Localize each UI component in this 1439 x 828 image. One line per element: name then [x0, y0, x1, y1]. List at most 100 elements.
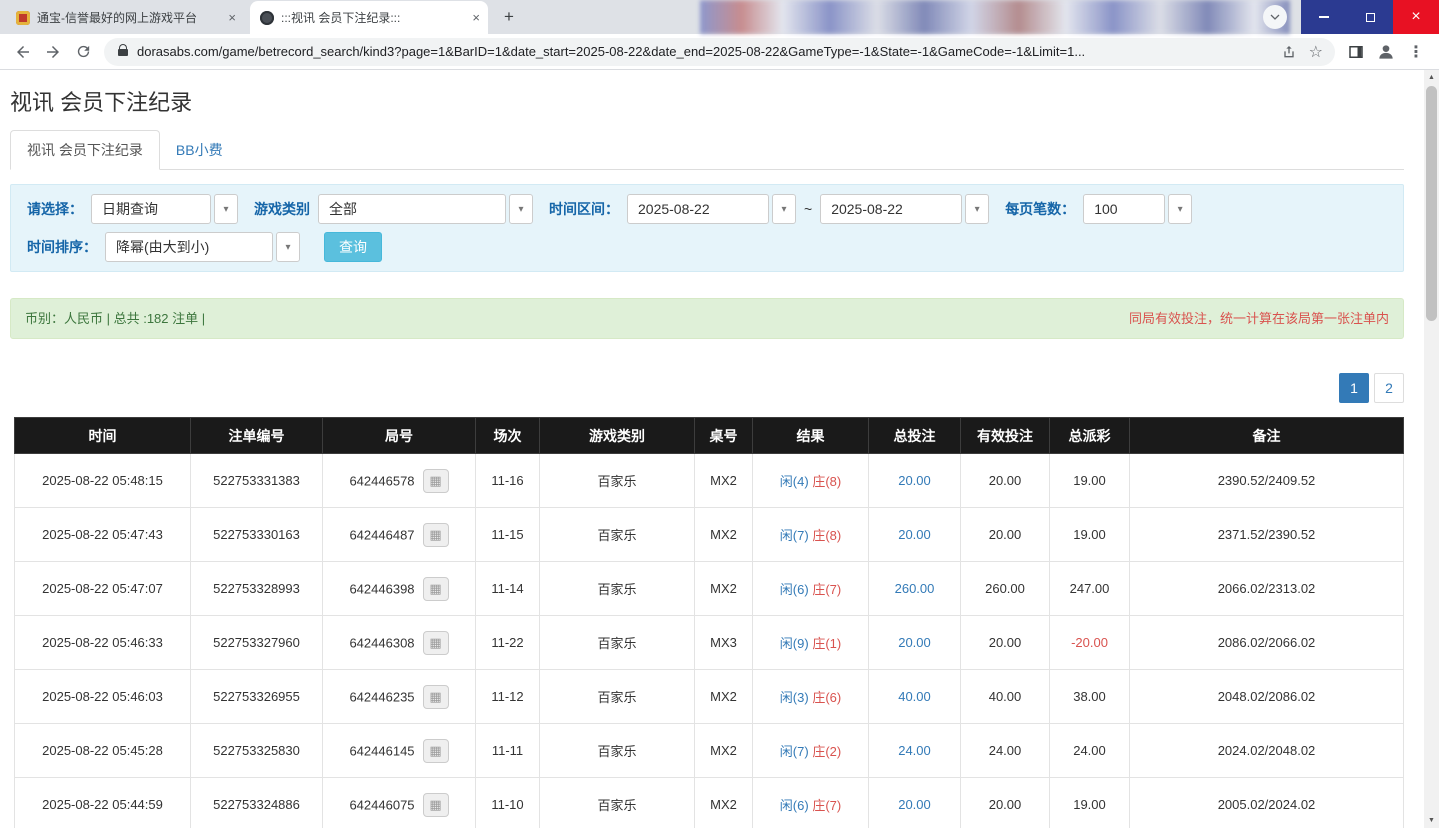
cell-round: 642446308▦ — [323, 616, 476, 670]
side-panel-button[interactable] — [1341, 37, 1371, 67]
url-text[interactable]: dorasabs.com/game/betrecord_search/kind3… — [137, 44, 1269, 59]
share-button[interactable] — [1281, 44, 1297, 60]
new-tab-button[interactable]: + — [496, 4, 522, 30]
cell-round: 642446145▦ — [323, 724, 476, 778]
cell-game-type: 百家乐 — [540, 562, 695, 616]
chevron-down-icon[interactable]: ▾ — [509, 194, 533, 224]
scroll-down-icon[interactable]: ▼ — [1424, 813, 1439, 828]
round-number: 642446235 — [349, 689, 414, 704]
back-button[interactable] — [8, 37, 38, 67]
header-result: 结果 — [753, 418, 869, 454]
browser-tab-2[interactable]: :::视讯 会员下注纪录::: × — [250, 1, 488, 34]
game-type-select[interactable]: 全部 ▾ — [318, 194, 533, 224]
chevron-down-icon — [1269, 11, 1281, 23]
total-bet-link[interactable]: 20.00 — [898, 473, 931, 488]
round-detail-icon[interactable]: ▦ — [423, 577, 449, 601]
round-detail-icon[interactable]: ▦ — [423, 631, 449, 655]
page-scrollbar[interactable]: ▲ ▼ — [1424, 70, 1439, 828]
payout-value: 19.00 — [1073, 797, 1106, 812]
total-bet-link[interactable]: 260.00 — [895, 581, 935, 596]
header-game-type: 游戏类别 — [540, 418, 695, 454]
cell-payout: 24.00 — [1050, 724, 1130, 778]
select-value: 2025-08-22 — [627, 194, 769, 224]
filter-label-per-page: 每页笔数： — [1005, 199, 1075, 219]
date-end-select[interactable]: 2025-08-22 ▾ — [820, 194, 989, 224]
date-range-tilde: ~ — [804, 201, 812, 217]
result-banker: 庄(7) — [812, 582, 841, 597]
window-close-button[interactable]: × — [1393, 0, 1439, 34]
round-detail-icon[interactable]: ▦ — [423, 469, 449, 493]
total-bet-link[interactable]: 20.00 — [898, 635, 931, 650]
cell-valid-bet: 40.00 — [961, 670, 1050, 724]
total-bet-link[interactable]: 40.00 — [898, 689, 931, 704]
window-maximize-button[interactable] — [1347, 0, 1393, 34]
site-favicon — [16, 11, 30, 25]
chevron-down-icon[interactable]: ▾ — [1168, 194, 1192, 224]
cell-result: 闲(7) 庄(2) — [753, 724, 869, 778]
scrollbar-thumb[interactable] — [1426, 86, 1437, 321]
total-bet-link[interactable]: 20.00 — [898, 527, 931, 542]
tab-close-icon[interactable]: × — [472, 10, 480, 25]
cell-session: 11-12 — [476, 670, 540, 724]
result-player: 闲(7) — [780, 744, 809, 759]
address-bar[interactable]: dorasabs.com/game/betrecord_search/kind3… — [104, 38, 1335, 66]
cell-total-bet: 40.00 — [869, 670, 961, 724]
reload-button[interactable] — [68, 37, 98, 67]
scroll-up-icon[interactable]: ▲ — [1424, 70, 1439, 85]
browser-tab-1[interactable]: 通宝-信誉最好的网上游戏平台 × — [6, 1, 244, 34]
round-detail-icon[interactable]: ▦ — [423, 793, 449, 817]
tab-bet-records[interactable]: 视讯 会员下注纪录 — [10, 130, 160, 170]
filter-label-date-range: 时间区间： — [549, 199, 619, 219]
result-player: 闲(4) — [780, 474, 809, 489]
round-number: 642446398 — [349, 581, 414, 596]
date-start-select[interactable]: 2025-08-22 ▾ — [627, 194, 796, 224]
result-player: 闲(6) — [780, 582, 809, 597]
cell-total-bet: 20.00 — [869, 454, 961, 508]
per-page-select[interactable]: 100 ▾ — [1083, 194, 1192, 224]
cell-table-no: MX3 — [695, 616, 753, 670]
cell-valid-bet: 20.00 — [961, 508, 1050, 562]
cell-bet-id: 522753328993 — [191, 562, 323, 616]
pagination: 1 2 — [0, 373, 1404, 403]
round-detail-icon[interactable]: ▦ — [423, 739, 449, 763]
cell-time: 2025-08-22 05:47:43 — [15, 508, 191, 562]
chevron-down-icon[interactable]: ▾ — [965, 194, 989, 224]
round-detail-icon[interactable]: ▦ — [423, 523, 449, 547]
tab-search-button[interactable] — [1263, 5, 1287, 29]
cell-session: 11-14 — [476, 562, 540, 616]
select-value: 日期查询 — [91, 194, 211, 224]
tab-close-icon[interactable]: × — [228, 10, 236, 25]
total-bet-link[interactable]: 20.00 — [898, 797, 931, 812]
browser-menu-button[interactable]: ⋮ — [1401, 37, 1431, 67]
header-session: 场次 — [476, 418, 540, 454]
header-payout: 总派彩 — [1050, 418, 1130, 454]
cell-result: 闲(6) 庄(7) — [753, 778, 869, 828]
date-mode-select[interactable]: 日期查询 ▾ — [91, 194, 238, 224]
round-detail-icon[interactable]: ▦ — [423, 685, 449, 709]
lock-icon[interactable] — [118, 49, 128, 56]
cell-note: 2005.02/2024.02 — [1130, 778, 1404, 828]
tab-bb-tips[interactable]: BB小费 — [160, 131, 239, 169]
cell-game-type: 百家乐 — [540, 454, 695, 508]
profile-avatar[interactable] — [1371, 37, 1401, 67]
pagination-page-1[interactable]: 1 — [1339, 373, 1369, 403]
cell-payout: -20.00 — [1050, 616, 1130, 670]
chevron-down-icon[interactable]: ▾ — [772, 194, 796, 224]
chevron-down-icon[interactable]: ▾ — [214, 194, 238, 224]
sort-order-select[interactable]: 降幂(由大到小) ▾ — [105, 232, 300, 262]
total-bet-link[interactable]: 24.00 — [898, 743, 931, 758]
table-body: 2025-08-22 05:48:15522753331383642446578… — [15, 454, 1404, 828]
forward-button[interactable] — [38, 37, 68, 67]
result-player: 闲(7) — [780, 528, 809, 543]
window-minimize-button[interactable] — [1301, 0, 1347, 34]
bookmark-star-icon[interactable]: ☆ — [1309, 42, 1323, 62]
pagination-page-2[interactable]: 2 — [1374, 373, 1404, 403]
table-row: 2025-08-22 05:47:07522753328993642446398… — [15, 562, 1404, 616]
cell-valid-bet: 20.00 — [961, 616, 1050, 670]
cell-session: 11-22 — [476, 616, 540, 670]
search-button[interactable]: 查询 — [324, 232, 382, 262]
round-number: 642446578 — [349, 473, 414, 488]
cell-result: 闲(4) 庄(8) — [753, 454, 869, 508]
chevron-down-icon[interactable]: ▾ — [276, 232, 300, 262]
filter-panel: 请选择： 日期查询 ▾ 游戏类别 全部 ▾ 时间区间： 2025-08-22 ▾… — [10, 184, 1404, 272]
